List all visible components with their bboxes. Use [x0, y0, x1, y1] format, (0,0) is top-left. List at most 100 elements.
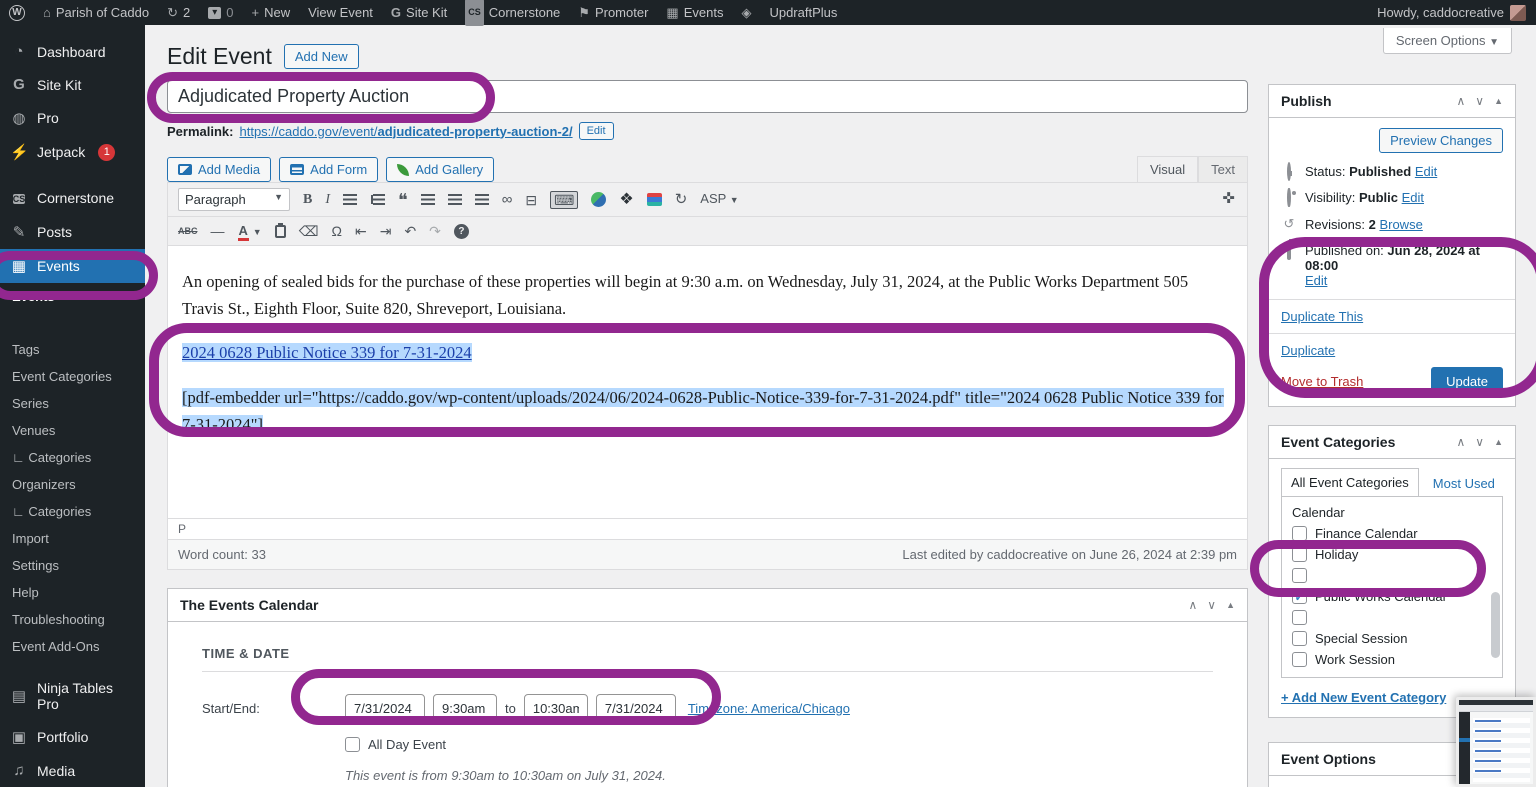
end-date-input[interactable]	[596, 694, 676, 723]
clear-formatting-icon[interactable]: ⌫	[299, 223, 319, 239]
site-name-link[interactable]: ⌂Parish of Caddo	[34, 0, 158, 25]
revisions-browse-link[interactable]: Browse	[1379, 217, 1422, 232]
align-center-icon[interactable]	[448, 192, 462, 208]
checkbox-checked[interactable]	[1292, 589, 1307, 604]
sidebar-subitem-troubleshooting[interactable]: Troubleshooting	[0, 606, 145, 633]
refresh-icon[interactable]: ↻	[675, 192, 688, 208]
checkbox[interactable]	[1292, 568, 1307, 583]
sidebar-subitem-venue-categories[interactable]: ∟ Categories	[0, 444, 145, 471]
editor-content[interactable]: An opening of sealed bids for the purcha…	[168, 246, 1247, 518]
move-up-icon[interactable]: ∧	[1188, 598, 1197, 612]
publish-header[interactable]: Publish ∧ ∨ ▲	[1269, 85, 1515, 118]
insert-icons-plugin-icon[interactable]	[591, 192, 606, 207]
duplicate-link[interactable]: Duplicate	[1281, 343, 1335, 358]
editor-path-bar[interactable]: P	[168, 518, 1247, 539]
ninja-tables-icon[interactable]	[647, 193, 662, 206]
start-date-input[interactable]	[345, 694, 425, 723]
sidebar-subitem-settings[interactable]: Settings	[0, 552, 145, 579]
indent-icon[interactable]: ⇥	[380, 223, 392, 239]
all-day-checkbox[interactable]	[345, 737, 360, 752]
blockquote-icon[interactable]: ❝	[398, 192, 408, 208]
checkbox[interactable]	[1292, 610, 1307, 625]
updraftplus-link[interactable]: UpdraftPlus	[760, 0, 846, 25]
preview-changes-button[interactable]: Preview Changes	[1379, 128, 1503, 153]
sidebar-subitem-event-add-ons[interactable]: Event Add-Ons	[0, 633, 145, 660]
duplicate-this-link[interactable]: Duplicate This	[1281, 309, 1363, 324]
screen-recording-thumbnail[interactable]	[1456, 697, 1536, 787]
checkbox[interactable]	[1292, 631, 1307, 646]
event-title-input[interactable]	[167, 80, 1248, 113]
sidebar-item-site-kit[interactable]: GSite Kit	[0, 68, 145, 101]
toolbar-toggle-icon[interactable]: ⌨	[550, 191, 578, 209]
sidebar-subitem-help[interactable]: Help	[0, 579, 145, 606]
sidebar-subitem-organizer-categories[interactable]: ∟ Categories	[0, 498, 145, 525]
comments-link[interactable]: ▾0	[199, 0, 242, 25]
collapse-icon[interactable]: ▲	[1494, 437, 1503, 447]
sidebar-item-events[interactable]: ▦Events	[0, 249, 145, 283]
sidebar-item-dashboard[interactable]: ◔Dashboard	[0, 35, 145, 68]
collapse-icon[interactable]: ▲	[1226, 600, 1235, 610]
events-admin-link[interactable]: ▦Events	[657, 0, 732, 25]
collapse-icon[interactable]: ▲	[1494, 96, 1503, 106]
events-calendar-header[interactable]: The Events Calendar ∧ ∨ ▲	[168, 589, 1247, 622]
paste-as-text-icon[interactable]	[275, 225, 286, 238]
checkbox[interactable]	[1292, 547, 1307, 562]
event-categories-header[interactable]: Event Categories ∧ ∨ ▲	[1269, 426, 1515, 459]
help-icon[interactable]: ?	[454, 224, 469, 239]
asp-dropdown[interactable]: ASP ▼	[700, 191, 738, 208]
italic-button[interactable]: I	[325, 192, 330, 208]
sidebar-subitem-series[interactable]: Series	[0, 390, 145, 417]
outdent-icon[interactable]: ⇤	[355, 223, 367, 239]
end-time-input[interactable]	[524, 694, 588, 723]
sidebar-item-portfolio[interactable]: ▣Portfolio	[0, 720, 145, 754]
tab-visual[interactable]: Visual	[1137, 156, 1198, 182]
sidebar-item-pro[interactable]: ◍Pro	[0, 101, 145, 135]
new-menu[interactable]: +New	[243, 0, 300, 25]
pdf-notice-link[interactable]: 2024 0628 Public Notice 339 for 7-31-202…	[182, 343, 472, 362]
site-kit-menu[interactable]: GSite Kit	[382, 0, 456, 25]
move-up-icon[interactable]: ∧	[1456, 435, 1465, 449]
visibility-edit-link[interactable]: Edit	[1402, 190, 1424, 205]
horizontal-rule-icon[interactable]: —	[211, 223, 225, 239]
sidebar-item-ninja-tables[interactable]: ▤Ninja Tables Pro	[0, 672, 145, 720]
updates-link[interactable]: ↻2	[158, 0, 199, 25]
sidebar-item-media[interactable]: ♫Media	[0, 754, 145, 787]
add-new-button[interactable]: Add New	[284, 44, 359, 69]
permalink-link[interactable]: https://caddo.gov/event/adjudicated-prop…	[239, 124, 572, 139]
move-down-icon[interactable]: ∨	[1475, 435, 1484, 449]
redo-icon[interactable]: ↷	[429, 223, 441, 239]
paragraph-format-select[interactable]: Paragraph▼	[178, 188, 290, 211]
avatar[interactable]	[1510, 5, 1526, 21]
sidebar-item-jetpack[interactable]: ⚡Jetpack1	[0, 135, 145, 169]
text-color-icon[interactable]: A ▼	[238, 222, 262, 240]
bullet-list-icon[interactable]	[343, 192, 357, 208]
link-icon[interactable]: ∞	[502, 192, 513, 208]
start-time-input[interactable]	[433, 694, 497, 723]
timezone-link[interactable]: Timezone: America/Chicago	[688, 701, 850, 716]
read-more-icon[interactable]: ⊟	[525, 192, 537, 208]
sidebar-subitem-events[interactable]: Events	[0, 283, 145, 310]
align-left-icon[interactable]	[421, 192, 435, 208]
move-to-trash-link[interactable]: Move to Trash	[1281, 374, 1363, 389]
howdy-account-link[interactable]: Howdy, caddocreative	[1377, 5, 1504, 20]
tab-all-event-categories[interactable]: All Event Categories	[1281, 468, 1419, 497]
published-edit-link[interactable]: Edit	[1305, 273, 1327, 288]
align-right-icon[interactable]	[475, 192, 489, 208]
add-media-button[interactable]: Add Media	[167, 157, 271, 182]
sidebar-subitem-event-categories[interactable]: Event Categories	[0, 363, 145, 390]
promoter-link[interactable]: ⚑Promoter	[569, 0, 657, 25]
numbered-list-icon[interactable]	[370, 192, 385, 208]
checkbox[interactable]	[1292, 652, 1307, 667]
bold-button[interactable]: B	[303, 192, 312, 208]
move-up-icon[interactable]: ∧	[1456, 94, 1465, 108]
strikethrough-icon[interactable]: ABC	[178, 223, 198, 239]
undo-icon[interactable]: ↶	[404, 223, 416, 239]
tab-most-used[interactable]: Most Used	[1433, 476, 1495, 497]
checkbox[interactable]	[1292, 526, 1307, 541]
sidebar-subitem-venues[interactable]: Venues	[0, 417, 145, 444]
special-character-icon[interactable]: Ω	[332, 223, 342, 239]
move-down-icon[interactable]: ∨	[1475, 94, 1484, 108]
cornerstone-link[interactable]: CSCornerstone	[456, 0, 569, 25]
fullscreen-icon[interactable]: ✜	[1222, 189, 1235, 207]
sidebar-subitem-import[interactable]: Import	[0, 525, 145, 552]
